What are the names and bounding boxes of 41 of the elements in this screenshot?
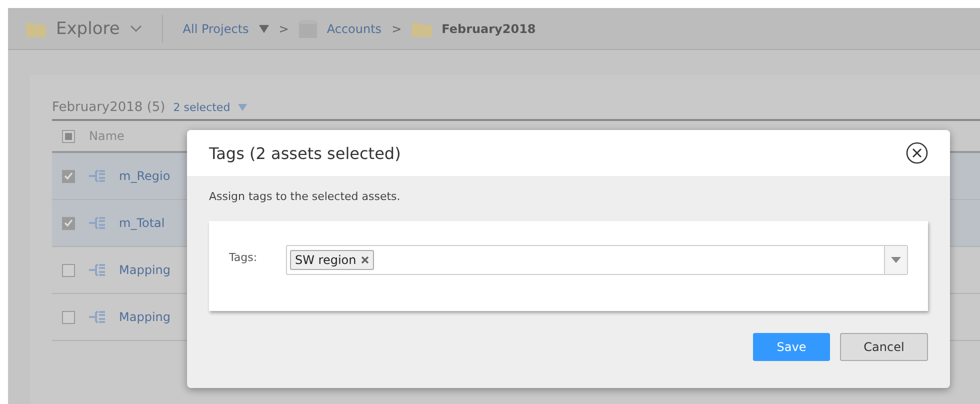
field-label: Tags: xyxy=(229,250,258,264)
tags-input-field[interactable]: SW region xyxy=(286,245,908,275)
indeterminate-icon xyxy=(65,132,72,140)
asset-name-link[interactable]: m_Total xyxy=(119,216,165,230)
row-checkbox[interactable] xyxy=(62,264,75,276)
asset-name-link[interactable]: m_Regio xyxy=(119,169,170,183)
tag-chip[interactable]: SW region xyxy=(290,250,374,270)
asset-name-link[interactable]: Mapping xyxy=(119,263,170,277)
breadcrumb-link[interactable]: All Projects xyxy=(182,22,249,36)
cancel-button[interactable]: Cancel xyxy=(840,333,928,361)
close-icon[interactable] xyxy=(906,142,928,164)
mapping-icon xyxy=(89,170,105,182)
breadcrumb-current: February2018 xyxy=(442,22,536,36)
row-checkbox[interactable] xyxy=(62,216,75,230)
folder-icon xyxy=(26,20,46,36)
row-checkbox[interactable] xyxy=(62,310,75,324)
breadcrumb-separator: > xyxy=(392,22,402,36)
caret-down-icon xyxy=(891,257,901,263)
mapping-icon xyxy=(89,217,105,229)
column-header[interactable]: Name xyxy=(89,129,124,143)
breadcrumb-separator: > xyxy=(278,22,289,36)
asset-name-link[interactable]: Mapping xyxy=(119,310,170,324)
breadcrumb-link[interactable]: Accounts xyxy=(326,22,382,36)
dropdown-toggle[interactable] xyxy=(884,246,907,274)
select-all-checkbox[interactable] xyxy=(62,130,75,142)
row-checkbox[interactable] xyxy=(62,170,75,182)
checkmark-icon xyxy=(64,219,73,227)
chevron-down-icon[interactable] xyxy=(130,24,142,32)
checkmark-icon xyxy=(64,172,73,180)
mapping-icon xyxy=(89,264,105,276)
remove-icon[interactable] xyxy=(361,256,370,264)
selection-dropdown[interactable]: 2 selected xyxy=(173,100,230,114)
folder-title: February2018 (5) xyxy=(52,100,166,114)
dialog-title: Tags (2 assets selected) xyxy=(209,144,401,162)
dialog-description: Assign tags to the selected assets. xyxy=(209,190,402,203)
mapping-icon xyxy=(89,311,105,323)
save-button[interactable]: Save xyxy=(753,333,830,361)
caret-down-icon[interactable] xyxy=(238,104,248,110)
explore-title[interactable]: Explore xyxy=(56,18,120,38)
folder-icon xyxy=(412,20,432,36)
caret-down-icon[interactable] xyxy=(258,24,269,32)
